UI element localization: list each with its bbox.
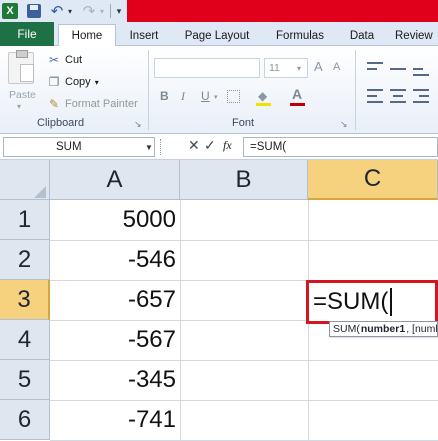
formula-bar-splitter[interactable] xyxy=(160,139,162,155)
tab-insert[interactable]: Insert xyxy=(121,26,167,46)
borders-icon[interactable] xyxy=(227,90,240,103)
cell-a4[interactable]: -567 xyxy=(50,320,176,360)
tooltip-function-name: SUM( xyxy=(333,323,360,335)
tab-home[interactable]: Home xyxy=(58,24,116,47)
font-color-swatch xyxy=(290,103,305,106)
row-header-2[interactable]: 2 xyxy=(0,240,50,280)
copy-button[interactable]: ❐ Copy ▾ xyxy=(47,74,99,90)
tab-page-layout[interactable]: Page Layout xyxy=(178,26,256,46)
quick-access-separator xyxy=(110,4,111,18)
underline-icon[interactable]: U xyxy=(201,89,210,103)
paste-button-label[interactable]: Paste xyxy=(9,89,36,101)
font-color-icon[interactable]: A xyxy=(292,86,302,102)
align-top-icon[interactable] xyxy=(367,62,383,76)
format-painter-button[interactable]: ✎ Format Painter xyxy=(47,96,138,112)
undo-icon[interactable]: ↶ xyxy=(48,2,66,20)
select-all-triangle-icon xyxy=(34,186,46,198)
tab-data[interactable]: Data xyxy=(343,26,381,46)
paintbrush-icon: ✎ xyxy=(48,97,60,111)
row-header-4[interactable]: 4 xyxy=(0,320,50,360)
column-header-b[interactable]: B xyxy=(180,160,308,200)
font-size-select[interactable]: 11 xyxy=(264,58,308,78)
name-box[interactable]: SUM xyxy=(3,137,155,157)
align-bottom-icon[interactable] xyxy=(413,62,429,76)
tab-review[interactable]: Review xyxy=(395,26,438,46)
format-painter-label: Format Painter xyxy=(65,98,138,110)
font-name-select[interactable] xyxy=(154,58,260,78)
group-separator xyxy=(355,50,356,130)
row-header-6[interactable]: 6 xyxy=(0,400,50,440)
align-left-icon[interactable] xyxy=(367,89,383,103)
cut-label: Cut xyxy=(65,54,83,66)
tooltip-remaining-arguments: , [number2], ...) xyxy=(406,323,437,335)
font-dialog-launcher-icon[interactable]: ↘ xyxy=(340,119,348,130)
group-separator xyxy=(148,50,149,130)
fill-color-icon[interactable]: ◆ xyxy=(258,89,267,103)
cell-a6[interactable]: -741 xyxy=(50,400,176,440)
copy-dropdown-icon[interactable]: ▾ xyxy=(95,78,99,87)
bold-icon[interactable]: B xyxy=(160,89,169,103)
cut-button[interactable]: ✂ Cut xyxy=(47,52,82,68)
clipboard-group-label: Clipboard xyxy=(37,117,85,129)
font-size-dropdown-icon[interactable]: ▾ xyxy=(297,64,301,73)
cancel-icon[interactable]: ✕ xyxy=(188,137,200,154)
row-header-1[interactable]: 1 xyxy=(0,200,50,240)
row-header-3[interactable]: 3 xyxy=(0,280,50,320)
redo-dropdown-icon[interactable]: ▾ xyxy=(98,2,106,20)
insert-function-icon[interactable]: fx xyxy=(223,138,232,153)
underline-dropdown-icon[interactable]: ▾ xyxy=(214,93,218,101)
clipboard-dialog-launcher-icon[interactable]: ↘ xyxy=(134,119,142,130)
italic-icon[interactable]: I xyxy=(181,89,185,104)
function-tooltip[interactable]: SUM(number1, [number2], ...) xyxy=(329,321,438,337)
align-right-icon[interactable] xyxy=(413,89,429,103)
save-icon[interactable] xyxy=(27,4,41,18)
cell-a1[interactable]: 5000 xyxy=(50,200,176,240)
copy-icon: ❐ xyxy=(48,75,60,89)
align-center-icon[interactable] xyxy=(390,89,406,103)
active-cell-c3[interactable]: =SUM( xyxy=(306,280,438,324)
font-group-label: Font xyxy=(232,117,255,129)
align-middle-icon[interactable] xyxy=(390,62,406,76)
copy-label: Copy xyxy=(65,76,91,88)
title-band xyxy=(127,0,438,22)
shrink-font-icon[interactable]: A xyxy=(333,61,340,73)
scissors-icon: ✂ xyxy=(48,53,60,67)
enter-icon[interactable]: ✓ xyxy=(204,137,216,154)
customize-quick-access-icon[interactable]: ▾ xyxy=(114,2,124,20)
column-header-c[interactable]: C xyxy=(308,160,438,200)
redo-icon[interactable]: ↷ xyxy=(80,2,98,20)
tooltip-current-argument[interactable]: number1 xyxy=(361,323,405,335)
name-box-dropdown-icon[interactable]: ▼ xyxy=(145,143,153,152)
formula-input[interactable]: =SUM( xyxy=(243,137,438,157)
text-cursor xyxy=(390,288,393,316)
grow-font-icon[interactable]: A xyxy=(314,59,323,74)
cell-a3[interactable]: -657 xyxy=(50,280,176,320)
excel-icon[interactable]: X xyxy=(2,3,18,19)
column-header-a[interactable]: A xyxy=(50,160,180,200)
undo-dropdown-icon[interactable]: ▾ xyxy=(66,2,74,20)
tab-file[interactable]: File xyxy=(0,22,54,46)
cell-edit-text: =SUM( xyxy=(313,288,389,315)
tab-formulas[interactable]: Formulas xyxy=(267,26,333,46)
paste-dropdown-icon[interactable]: ▾ xyxy=(17,102,21,111)
row-header-5[interactable]: 5 xyxy=(0,360,50,400)
cell-a5[interactable]: -345 xyxy=(50,360,176,400)
paste-icon[interactable] xyxy=(8,50,34,84)
cell-a2[interactable]: -546 xyxy=(50,240,176,280)
fill-color-swatch xyxy=(256,103,271,106)
